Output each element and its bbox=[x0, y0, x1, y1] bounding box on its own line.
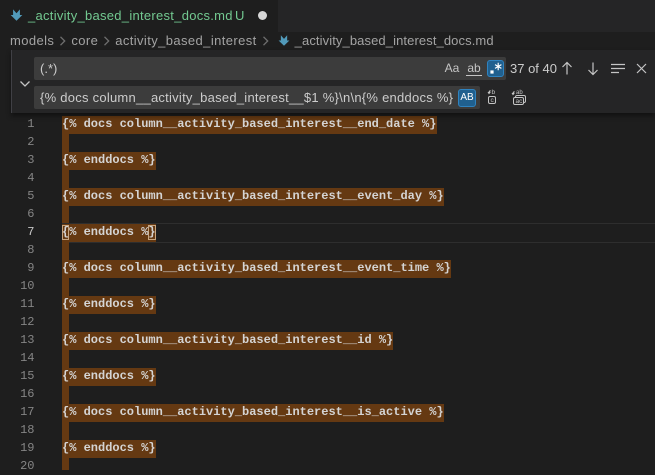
svg-text:ac: ac bbox=[516, 98, 524, 105]
svg-text:c: c bbox=[491, 97, 495, 104]
svg-text:b: b bbox=[492, 89, 496, 96]
